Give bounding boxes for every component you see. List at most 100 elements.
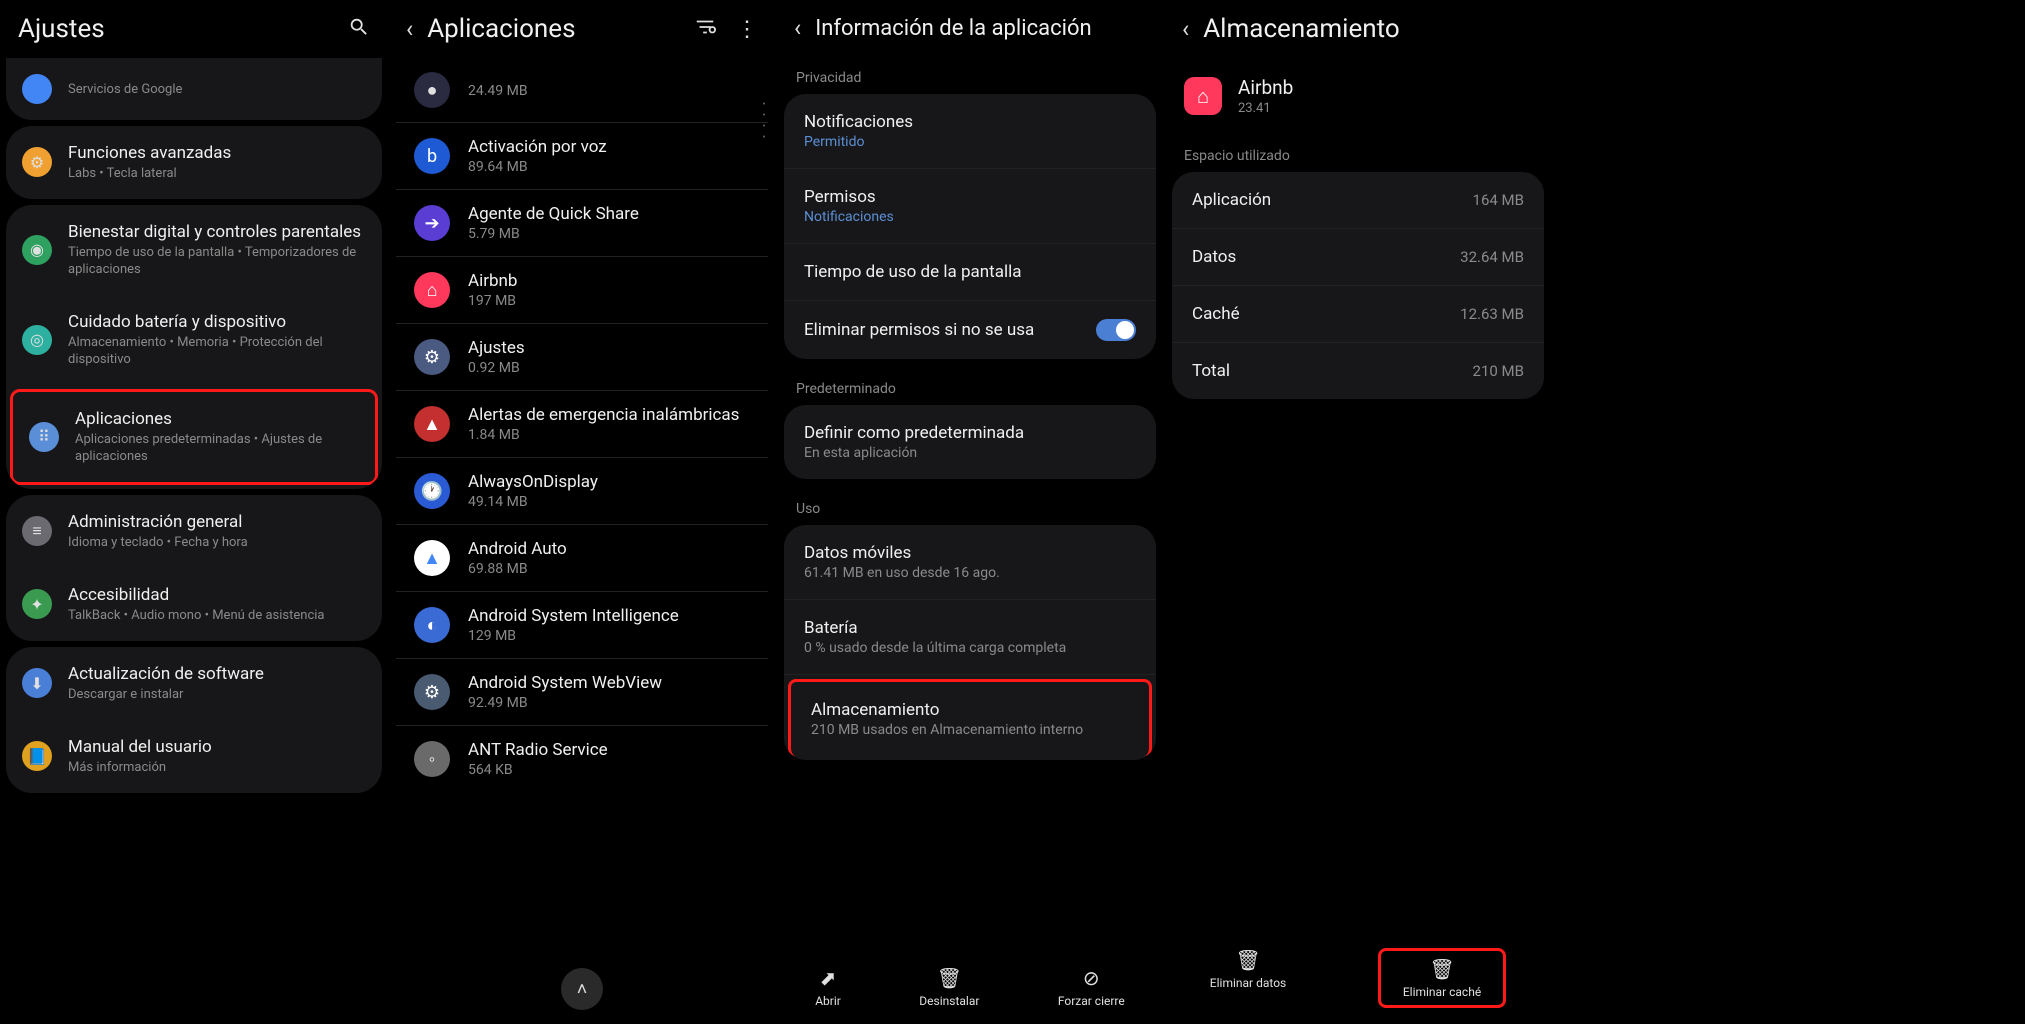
bottom-bar: ⬈ Abrir 🗑 Desinstalar ⊘ Forzar cierre bbox=[776, 956, 1164, 1024]
settings-row-wellbeing[interactable]: ◉ Bienestar digital y controles parental… bbox=[6, 205, 382, 295]
battery-care-icon: ◎ bbox=[22, 325, 52, 355]
scroll-top-button[interactable]: ˄ bbox=[561, 968, 603, 1010]
storage-header: ‹ Almacenamiento bbox=[1164, 0, 1552, 58]
settings-row-advanced[interactable]: ⚙ Funciones avanzadas Labs • Tecla later… bbox=[6, 126, 382, 199]
app-row-airbnb[interactable]: ⌂ Airbnb 197 MB bbox=[396, 257, 768, 324]
open-icon: ⬈ bbox=[820, 966, 837, 990]
update-icon: ⬇ bbox=[22, 668, 52, 698]
more-icon[interactable]: ⋮ bbox=[736, 17, 758, 42]
androidauto-icon: ▲ bbox=[414, 540, 450, 576]
battery-row[interactable]: Batería 0 % usado desde la última carga … bbox=[784, 600, 1156, 675]
airbnb-icon: ⌂ bbox=[1184, 77, 1222, 115]
clear-data-button[interactable]: 🗑 Eliminar datos bbox=[1210, 948, 1286, 1008]
settings-card: ≡ Administración general Idioma y teclad… bbox=[6, 495, 382, 641]
page-title: Aplicaciones bbox=[427, 14, 680, 44]
settings-app-icon: ⚙ bbox=[414, 339, 450, 375]
settings-row-update[interactable]: ⬇ Actualización de software Descargar e … bbox=[6, 647, 382, 720]
back-icon[interactable]: ‹ bbox=[794, 14, 801, 42]
toggle-switch[interactable] bbox=[1096, 319, 1136, 341]
mobile-data-row[interactable]: Datos móviles 61.41 MB en uso desde 16 a… bbox=[784, 525, 1156, 600]
app-row-voice-activation[interactable]: b Activación por voz 89.64 MB bbox=[396, 123, 768, 190]
app-row-androidauto[interactable]: ▲ Android Auto 69.88 MB bbox=[396, 525, 768, 592]
app-row-ant[interactable]: ◦ ANT Radio Service 564 KB bbox=[396, 726, 768, 792]
app-info-screen: ‹ Información de la aplicación Privacida… bbox=[776, 0, 1164, 1024]
section-default: Predeterminado bbox=[776, 367, 1164, 405]
apps-list: ● 24.49 MB b Activación por voz 89.64 MB… bbox=[388, 58, 776, 792]
section-privacy: Privacidad bbox=[776, 56, 1164, 94]
app-name: Airbnb bbox=[1238, 76, 1293, 99]
app-icon: ● bbox=[414, 72, 450, 108]
settings-card: ⬇ Actualización de software Descargar e … bbox=[6, 647, 382, 793]
voice-icon: b bbox=[414, 138, 450, 174]
alpha-scrollbar[interactable]: •••• bbox=[756, 100, 772, 143]
apps-icon: ⠿ bbox=[29, 422, 59, 452]
force-stop-button[interactable]: ⊘ Forzar cierre bbox=[1058, 966, 1125, 1008]
page-title: Ajustes bbox=[18, 14, 334, 44]
apps-screen: ‹ Aplicaciones ⋮ ● 24.49 MB b Activación… bbox=[388, 0, 776, 1024]
storage-total-row: Total 210 MB bbox=[1172, 343, 1544, 399]
settings-screen: Ajustes Servicios de Google ⚙ Funciones … bbox=[0, 0, 388, 1024]
settings-row-manual[interactable]: 📘 Manual del usuario Más información bbox=[6, 720, 382, 793]
clear-cache-button[interactable]: 🗑 Eliminar caché bbox=[1378, 948, 1506, 1008]
asi-icon: ◐ bbox=[414, 607, 450, 643]
settings-card: ⚙ Funciones avanzadas Labs • Tecla later… bbox=[6, 126, 382, 199]
airbnb-icon: ⌂ bbox=[414, 272, 450, 308]
app-row-quickshare[interactable]: ➔ Agente de Quick Share 5.79 MB bbox=[396, 190, 768, 257]
quickshare-icon: ➔ bbox=[414, 205, 450, 241]
bottom-bar: 🗑 Eliminar datos 🗑 Eliminar caché bbox=[1164, 938, 1552, 1024]
notifications-row[interactable]: Notificaciones Permitido bbox=[784, 94, 1156, 169]
remove-perms-row[interactable]: Eliminar permisos si no se usa bbox=[784, 301, 1156, 359]
set-default-row[interactable]: Definir como predeterminada En esta apli… bbox=[784, 405, 1156, 479]
storage-cache-row: Caché 12.63 MB bbox=[1172, 286, 1544, 343]
storage-data-row: Datos 32.64 MB bbox=[1172, 229, 1544, 286]
manual-icon: 📘 bbox=[22, 741, 52, 771]
page-title: Almacenamiento bbox=[1203, 14, 1534, 44]
app-row-aod[interactable]: 🕐 AlwaysOnDisplay 49.14 MB bbox=[396, 458, 768, 525]
stop-icon: ⊘ bbox=[1083, 966, 1100, 990]
general-icon: ≡ bbox=[22, 516, 52, 546]
app-row-asi[interactable]: ◐ Android System Intelligence 129 MB bbox=[396, 592, 768, 659]
app-row-alerts[interactable]: ▲ Alertas de emergencia inalámbricas 1.8… bbox=[396, 391, 768, 458]
privacy-card: Notificaciones Permitido Permisos Notifi… bbox=[784, 94, 1156, 359]
wellbeing-icon: ◉ bbox=[22, 235, 52, 265]
usage-card: Datos móviles 61.41 MB en uso desde 16 a… bbox=[784, 525, 1156, 760]
filter-icon[interactable] bbox=[694, 16, 716, 42]
storage-app-row: Aplicación 164 MB bbox=[1172, 172, 1544, 229]
app-info-header: ‹ Información de la aplicación bbox=[776, 0, 1164, 56]
gear-icon: ⚙ bbox=[22, 147, 52, 177]
uninstall-button[interactable]: 🗑 Desinstalar bbox=[919, 966, 979, 1008]
app-row[interactable]: ● 24.49 MB bbox=[396, 58, 768, 123]
alert-icon: ▲ bbox=[414, 406, 450, 442]
ant-icon: ◦ bbox=[414, 741, 450, 777]
settings-row-apps[interactable]: ⠿ Aplicaciones Aplicaciones predetermina… bbox=[10, 389, 378, 485]
settings-card: ◉ Bienestar digital y controles parental… bbox=[6, 205, 382, 489]
app-header: ⌂ Airbnb 23.41 bbox=[1164, 58, 1552, 134]
section-usage: Uso bbox=[776, 487, 1164, 525]
screentime-row[interactable]: Tiempo de uso de la pantalla bbox=[784, 244, 1156, 301]
open-button[interactable]: ⬈ Abrir bbox=[815, 966, 841, 1008]
section-space-used: Espacio utilizado bbox=[1164, 134, 1552, 172]
app-row-settings[interactable]: ⚙ Ajustes 0.92 MB bbox=[396, 324, 768, 391]
clear-data-icon: 🗑 bbox=[1235, 948, 1260, 972]
storage-screen: ‹ Almacenamiento ⌂ Airbnb 23.41 Espacio … bbox=[1164, 0, 2025, 1024]
app-version: 23.41 bbox=[1238, 101, 1293, 116]
storage-row[interactable]: Almacenamiento 210 MB usados en Almacena… bbox=[788, 679, 1152, 756]
trash-icon: 🗑 bbox=[937, 966, 962, 990]
settings-row-google[interactable]: Servicios de Google bbox=[6, 58, 382, 120]
page-title: Información de la aplicación bbox=[815, 16, 1146, 41]
back-icon[interactable]: ‹ bbox=[1182, 15, 1189, 43]
settings-card-partial: Servicios de Google bbox=[6, 58, 382, 120]
settings-row-accessibility[interactable]: ✦ Accesibilidad TalkBack • Audio mono • … bbox=[6, 568, 382, 641]
default-card: Definir como predeterminada En esta apli… bbox=[784, 405, 1156, 479]
apps-header: ‹ Aplicaciones ⋮ bbox=[388, 0, 776, 58]
clear-cache-icon: 🗑 bbox=[1429, 957, 1454, 981]
settings-row-battery[interactable]: ◎ Cuidado batería y dispositivo Almacena… bbox=[6, 295, 382, 385]
search-icon[interactable] bbox=[348, 16, 370, 42]
app-row-webview[interactable]: ⚙ Android System WebView 92.49 MB bbox=[396, 659, 768, 726]
google-icon bbox=[22, 74, 52, 104]
permissions-row[interactable]: Permisos Notificaciones bbox=[784, 169, 1156, 244]
settings-header: Ajustes bbox=[0, 0, 388, 58]
back-icon[interactable]: ‹ bbox=[406, 15, 413, 43]
settings-row-general[interactable]: ≡ Administración general Idioma y teclad… bbox=[6, 495, 382, 568]
aod-icon: 🕐 bbox=[414, 473, 450, 509]
